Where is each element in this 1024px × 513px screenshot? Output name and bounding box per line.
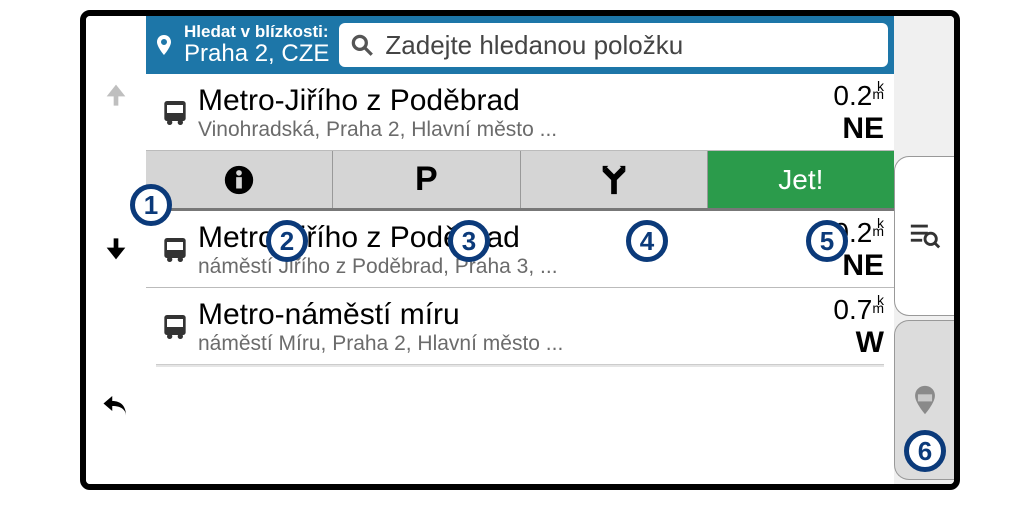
search-icon	[349, 32, 375, 58]
callout-3: 3	[448, 220, 490, 262]
tab-list-view[interactable]	[894, 156, 954, 316]
go-button[interactable]: Jet!	[708, 151, 894, 208]
callout-1: 1	[130, 184, 172, 226]
results-list: Metro-Jiřího z Poděbrad Vinohradská, Pra…	[146, 74, 894, 484]
header-bar: Hledat v blízkosti: Praha 2, CZE Zadejte…	[146, 16, 894, 74]
result-row[interactable]: Metro-náměstí míru náměstí Míru, Praha 2…	[146, 288, 894, 364]
bus-icon	[152, 311, 198, 343]
info-icon	[222, 163, 256, 197]
search-placeholder: Zadejte hledanou položku	[385, 30, 683, 61]
left-nav	[86, 16, 146, 484]
result-subtitle: Vinohradská, Praha 2, Hlavní město ...	[198, 118, 794, 142]
pin-icon	[152, 30, 176, 60]
result-title: Metro-Jiřího z Poděbrad	[198, 84, 794, 118]
result-actions: P Jet!	[146, 151, 894, 211]
result-subtitle: náměstí Míru, Praha 2, Hlavní město ...	[198, 332, 794, 356]
list-search-icon	[908, 219, 942, 253]
arrow-down-icon	[102, 236, 130, 264]
right-nav	[894, 16, 954, 484]
location-display[interactable]: Hledat v blízkosti: Praha 2, CZE	[152, 23, 329, 66]
routes-button[interactable]	[521, 151, 708, 208]
parking-button[interactable]: P	[333, 151, 520, 208]
nav-back-button[interactable]	[96, 386, 136, 426]
device-frame: Hledat v blízkosti: Praha 2, CZE Zadejte…	[80, 10, 960, 490]
split-icon	[597, 163, 631, 197]
info-button[interactable]	[146, 151, 333, 208]
search-near-label: Hledat v blízkosti:	[184, 23, 329, 41]
back-icon	[101, 391, 131, 421]
nav-down-button[interactable]	[96, 230, 136, 270]
parking-icon: P	[415, 160, 438, 199]
scrollbar-track[interactable]	[156, 364, 884, 367]
result-row[interactable]: Metro-Jiřího z Poděbrad náměstí Jiřího z…	[146, 211, 894, 288]
callout-4: 4	[626, 220, 668, 262]
result-row[interactable]: Metro-Jiřího z Poděbrad Vinohradská, Pra…	[146, 74, 894, 151]
bus-icon	[152, 97, 198, 129]
arrow-up-icon	[102, 80, 130, 108]
callout-5: 5	[806, 220, 848, 262]
map-pin-icon	[908, 383, 942, 417]
bus-icon	[152, 234, 198, 266]
go-label: Jet!	[778, 164, 823, 196]
result-distance: 0.2km NE	[794, 80, 884, 146]
current-location: Praha 2, CZE	[184, 41, 329, 66]
search-input[interactable]: Zadejte hledanou položku	[339, 23, 888, 67]
result-title: Metro-náměstí míru	[198, 298, 794, 332]
result-distance: 0.7km W	[794, 294, 884, 360]
nav-up-button[interactable]	[96, 74, 136, 114]
callout-2: 2	[266, 220, 308, 262]
content-area: Hledat v blízkosti: Praha 2, CZE Zadejte…	[146, 16, 894, 484]
callout-6: 6	[904, 430, 946, 472]
